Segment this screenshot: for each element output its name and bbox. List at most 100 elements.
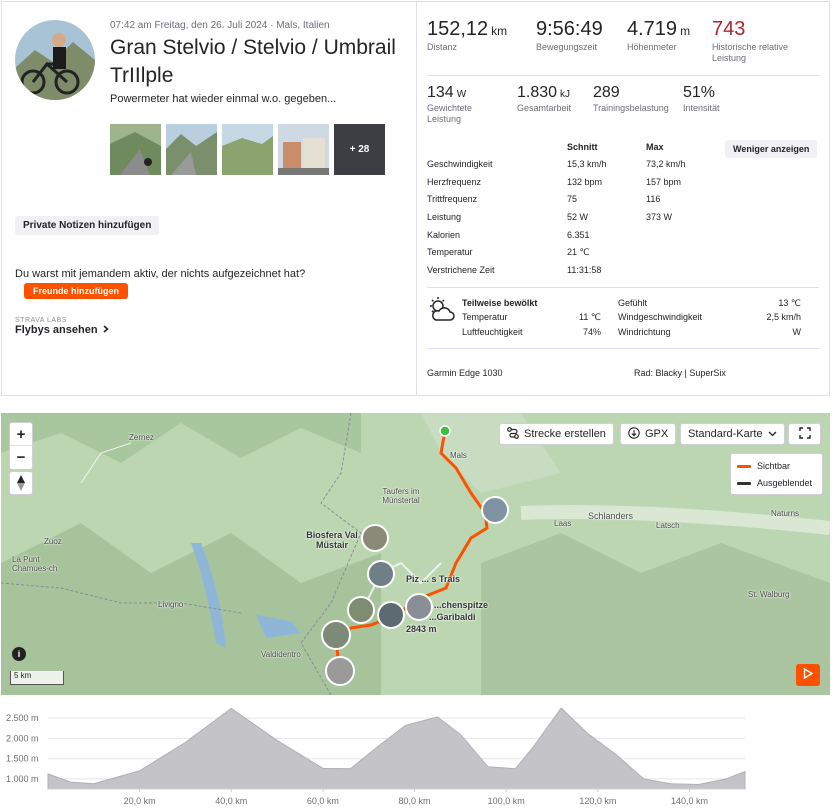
partly-cloudy-icon — [427, 296, 455, 327]
fullscreen-icon — [798, 426, 811, 442]
activity-description: Powermeter hat wieder einmal w.o. gegebe… — [110, 93, 337, 105]
map-photo-marker[interactable] — [347, 596, 375, 624]
zoom-in-button[interactable]: + — [10, 423, 32, 446]
legend-swatch — [737, 481, 751, 485]
create-route-button[interactable]: Strecke erstellen — [499, 423, 614, 445]
y-tick-label: 2.500 m — [6, 713, 39, 723]
table-row-label: Geschwindigkeit — [427, 159, 493, 169]
x-tick-label: 80,0 km — [399, 796, 431, 806]
route-icon — [507, 426, 519, 442]
download-icon — [628, 426, 640, 442]
map-label-zuoz: Zuoz — [44, 537, 62, 546]
table-row-label: Kalorien — [427, 230, 461, 240]
table-row-label: Temperatur — [427, 247, 473, 257]
photo-strip: + 28 — [110, 124, 385, 175]
more-photos-button[interactable]: + 28 — [334, 124, 385, 175]
map-photo-marker[interactable] — [325, 656, 355, 686]
activity-stats-card: 152,12 km Distanz 9:56:49 Bewegungszeit 4… — [416, 1, 830, 396]
weather-temp-label: Temperatur — [462, 312, 508, 322]
photo-thumbnail[interactable] — [278, 124, 329, 175]
table-cell-max: 116 — [646, 194, 661, 204]
avatar[interactable] — [15, 20, 95, 100]
map-photo-marker[interactable] — [367, 560, 395, 588]
x-tick-label: 20,0 km — [124, 796, 156, 806]
table-cell-avg: 21 ℃ — [567, 247, 590, 257]
stat-relative-effort[interactable]: 743 Historische relative Leistung — [712, 18, 792, 64]
map-label-mals: Mals — [450, 451, 467, 460]
map-label-garibaldi: ...Garibaldi — [429, 612, 476, 622]
legend-swatch — [737, 464, 751, 468]
table-cell-max: 157 bpm — [646, 177, 682, 187]
map-label-elevation: 2843 m — [406, 624, 437, 634]
chevron-right-icon — [103, 324, 109, 336]
table-cell-max: 373 W — [646, 212, 673, 222]
device-divider — [427, 348, 819, 349]
route-line — [334, 425, 489, 672]
weather-divider — [427, 287, 819, 288]
map-photo-marker[interactable] — [321, 620, 351, 650]
map-label-zernez: Zernez — [129, 433, 154, 442]
show-less-button[interactable]: Weniger anzeigen — [725, 140, 818, 158]
map-label-la-punt: La Punt Chamues-ch — [12, 555, 58, 573]
stat-elevation: 4.719 m Höhenmeter — [627, 18, 691, 52]
column-header-max: Max — [646, 142, 664, 152]
weather-humidity-label: Luftfeuchtigkeit — [462, 327, 523, 337]
add-friends-button[interactable]: Freunde hinzufügen — [24, 283, 128, 299]
map-label-latsch: Latsch — [656, 521, 680, 530]
column-header-avg: Schnitt — [567, 142, 598, 152]
weather-temp-value: 11 ℃ — [579, 312, 601, 322]
stat-total-work: 1.830 kJ Gesamtarbeit — [517, 84, 572, 113]
weather-wind-dir-value: W — [792, 327, 802, 337]
map-label-laas: Laas — [554, 519, 572, 528]
chevron-down-icon — [768, 428, 777, 440]
zoom-out-button[interactable]: − — [10, 446, 32, 469]
map-label-vertainspitze: ...chenspitze — [434, 600, 489, 610]
route-map[interactable]: Zernez Mals Taufers im Münstertal Schlan… — [1, 413, 830, 695]
map-label-valdidentro: Valdidentro — [261, 650, 301, 659]
map-photo-marker[interactable] — [377, 601, 405, 629]
table-row-label: Trittfrequenz — [427, 194, 478, 204]
map-info-button[interactable]: i — [12, 647, 26, 661]
stat-distance: 152,12 km Distanz — [427, 18, 508, 52]
stats-divider — [427, 75, 819, 76]
map-type-select[interactable]: Standard-Karte — [680, 423, 785, 445]
stat-weighted-power: 134 W Gewichtete Leistung — [427, 84, 473, 124]
weather-wind-dir-label: Windrichtung — [618, 327, 671, 337]
y-tick-label: 1.000 m — [6, 774, 39, 784]
flybys-label: Flybys ansehen — [15, 324, 98, 336]
table-row-label: Verstrichene Zeit — [427, 265, 495, 275]
map-label-naturns: Naturns — [771, 509, 800, 518]
bike-name: Rad: Blacky | SuperSix — [634, 368, 726, 378]
play-icon — [803, 666, 814, 684]
weather-condition: Teilweise bewölkt — [462, 298, 538, 308]
x-tick-label: 120,0 km — [579, 796, 616, 806]
photo-thumbnail[interactable] — [166, 124, 217, 175]
flyover-play-button[interactable] — [796, 664, 820, 686]
flybys-link[interactable]: Flybys ansehen — [15, 324, 109, 336]
table-cell-avg: 6.351 — [567, 230, 590, 240]
compass-icon — [10, 472, 32, 494]
x-tick-label: 140,0 km — [671, 796, 708, 806]
map-photo-marker[interactable] — [481, 496, 509, 524]
activity-summary-card: 07:42 am Freitag, den 26. Juli 2024 · Ma… — [1, 1, 417, 396]
device-name: Garmin Edge 1030 — [427, 368, 503, 378]
photo-thumbnail[interactable] — [222, 124, 273, 175]
map-legend: Sichtbar Ausgeblendet — [730, 453, 823, 495]
add-private-notes-button[interactable]: Private Notizen hinzufügen — [15, 216, 160, 235]
photo-thumbnail[interactable] — [110, 124, 161, 175]
stat-training-load: 289 Trainingsbelastung — [593, 84, 669, 113]
table-cell-avg: 75 — [567, 194, 578, 204]
table-row-label: Leistung — [427, 212, 462, 222]
compass-button[interactable] — [9, 471, 33, 495]
map-photo-marker[interactable] — [361, 524, 389, 552]
fullscreen-button[interactable] — [788, 423, 821, 445]
x-tick-label: 100,0 km — [488, 796, 525, 806]
weather-feels-like-value: 13 ℃ — [778, 298, 801, 308]
y-tick-label: 1.500 m — [6, 754, 39, 764]
table-cell-avg: 15,3 km/h — [567, 159, 607, 169]
x-tick-label: 60,0 km — [307, 796, 339, 806]
gpx-download-button[interactable]: GPX — [620, 423, 677, 445]
table-row-label: Herzfrequenz — [427, 177, 482, 187]
activity-title: Gran Stelvio / Stelvio / Umbrail TrIIlpl… — [110, 36, 396, 87]
elevation-profile-chart[interactable]: 2.500 m 2.000 m 1.500 m 1.000 m 20,0 km 40,0 … — [0, 700, 837, 809]
